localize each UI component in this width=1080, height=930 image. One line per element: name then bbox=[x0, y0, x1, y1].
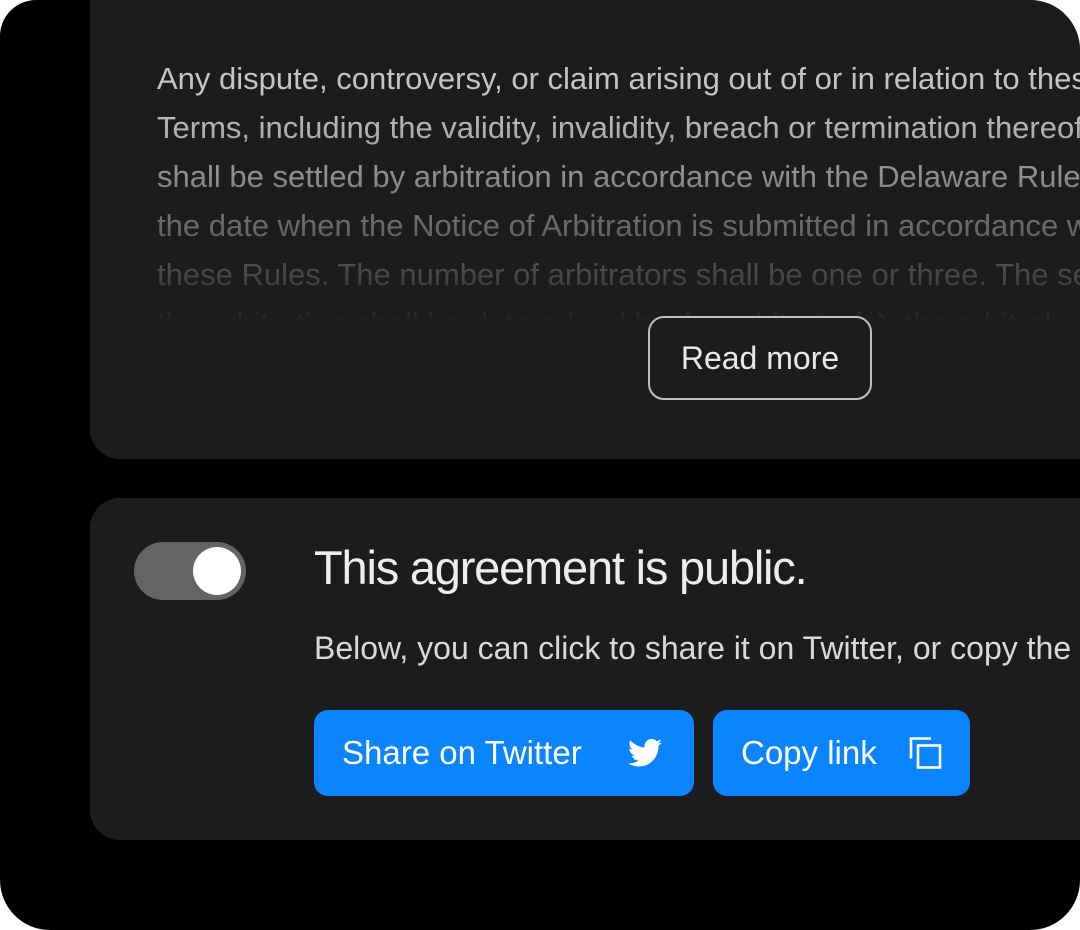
public-sharing-card: This agreement is public. Below, you can… bbox=[90, 498, 1080, 840]
twitter-bird-icon bbox=[628, 738, 662, 767]
copy-icon bbox=[909, 737, 942, 769]
terms-text: Any dispute, controversy, or claim arisi… bbox=[157, 61, 1080, 319]
toggle-knob bbox=[193, 547, 241, 595]
share-button-label: Share on Twitter bbox=[342, 734, 582, 771]
public-title: This agreement is public. bbox=[314, 541, 808, 594]
app-window: Any dispute, controversy, or claim arisi… bbox=[0, 0, 1080, 930]
copy-link-button[interactable]: Copy link bbox=[713, 710, 970, 796]
public-description: Below, you can click to share it on Twit… bbox=[314, 630, 1080, 666]
share-on-twitter-button[interactable]: Share on Twitter bbox=[314, 710, 694, 796]
copy-button-label: Copy link bbox=[741, 734, 877, 771]
public-toggle[interactable] bbox=[134, 542, 246, 600]
read-more-button[interactable]: Read more bbox=[648, 316, 872, 400]
terms-card: Any dispute, controversy, or claim arisi… bbox=[90, 0, 1080, 459]
